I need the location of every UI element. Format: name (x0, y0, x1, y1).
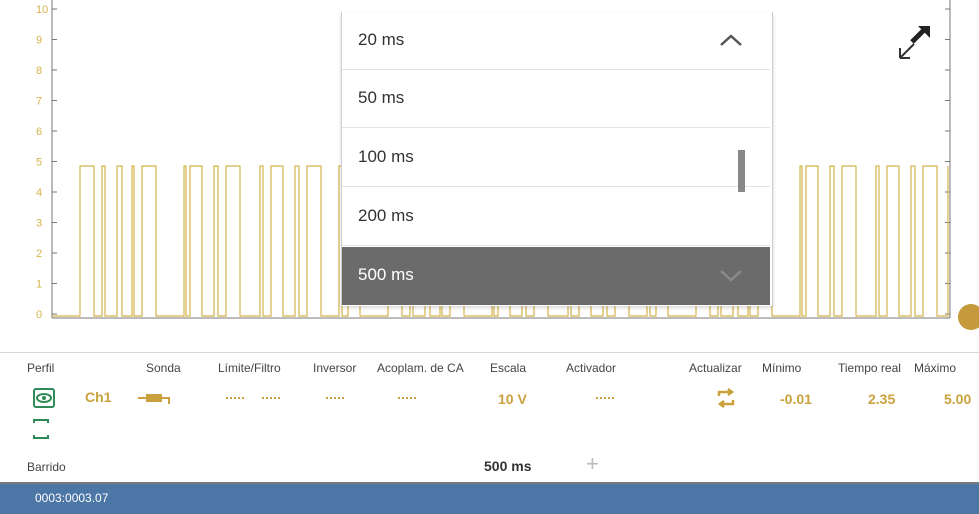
y-tick-label: 5 (36, 157, 42, 169)
y-tick-label: 6 (36, 126, 42, 138)
y-tick-label: 3 (36, 218, 42, 230)
dropdown-option-label: 20 ms (358, 30, 405, 49)
probe-icon[interactable] (137, 391, 173, 407)
bracket-icon[interactable] (33, 419, 49, 439)
sweep-dropdown-list[interactable]: 20 ms 50 ms 100 ms 200 ms 500 ms (341, 12, 773, 306)
dropdown-scrollbar[interactable] (738, 150, 745, 192)
filter-value[interactable] (226, 397, 244, 399)
chevron-down-icon[interactable] (718, 267, 744, 283)
header-inverter: Inversor (313, 361, 357, 375)
header-maximum: Máximo (914, 361, 957, 375)
y-tick-label: 7 (36, 96, 42, 108)
dropdown-option-50ms[interactable]: 50 ms (342, 70, 770, 128)
expand-icon[interactable] (892, 20, 938, 66)
y-tick-label: 4 (36, 187, 42, 199)
sweep-value[interactable]: 500 ms (484, 458, 531, 474)
header-ac-coupling: Acoplam. de CA (377, 361, 464, 375)
dropdown-option-label: 100 ms (358, 147, 414, 166)
plus-icon[interactable]: + (586, 451, 599, 477)
filter-value[interactable] (262, 397, 280, 399)
refresh-icon[interactable] (715, 387, 737, 409)
dropdown-option-20ms[interactable]: 20 ms (342, 12, 770, 70)
header-filter: Límite/Filtro (218, 361, 281, 375)
dropdown-option-label: 200 ms (358, 206, 414, 225)
minimum-value: -0.01 (780, 391, 812, 407)
realtime-value: 2.35 (868, 391, 896, 407)
sweep-label: Barrido (27, 460, 66, 474)
channel-label[interactable]: Ch1 (85, 389, 111, 405)
scale-value[interactable]: 10 V (498, 391, 527, 407)
dropdown-option-200ms[interactable]: 200 ms (342, 188, 770, 246)
y-tick-label: 8 (36, 65, 42, 77)
dropdown-option-label: 50 ms (358, 88, 405, 107)
dropdown-option-label: 500 ms (358, 265, 414, 284)
inverter-value[interactable] (326, 397, 344, 399)
status-text: 0003:0003.07 (35, 491, 109, 505)
header-minimum: Mínimo (762, 361, 802, 375)
trigger-marker-badge[interactable] (958, 304, 979, 330)
header-profile: Perfil (27, 361, 55, 375)
status-bar: 0003:0003.07 (0, 484, 979, 514)
header-probe: Sonda (146, 361, 181, 375)
dropdown-option-500ms[interactable]: 500 ms (342, 247, 770, 305)
dropdown-option-100ms[interactable]: 100 ms (342, 129, 770, 187)
y-tick-label: 2 (36, 248, 42, 260)
header-scale: Escala (490, 361, 527, 375)
eye-icon[interactable] (33, 388, 55, 408)
chevron-up-icon[interactable] (718, 32, 744, 48)
trigger-value[interactable] (596, 397, 614, 399)
header-realtime: Tiempo real (838, 361, 901, 375)
y-tick-label: 10 (36, 4, 48, 16)
y-tick-label: 1 (36, 279, 42, 291)
y-tick-label: 9 (36, 35, 42, 47)
maximum-value: 5.00 (944, 391, 972, 407)
channel-settings-panel: Perfil Sonda Límite/Filtro Inversor Acop… (0, 352, 979, 485)
header-update: Actualizar (689, 361, 742, 375)
y-tick-label: 0 (36, 309, 42, 321)
ac-coupling-value[interactable] (398, 397, 416, 399)
header-trigger: Activador (566, 361, 617, 375)
